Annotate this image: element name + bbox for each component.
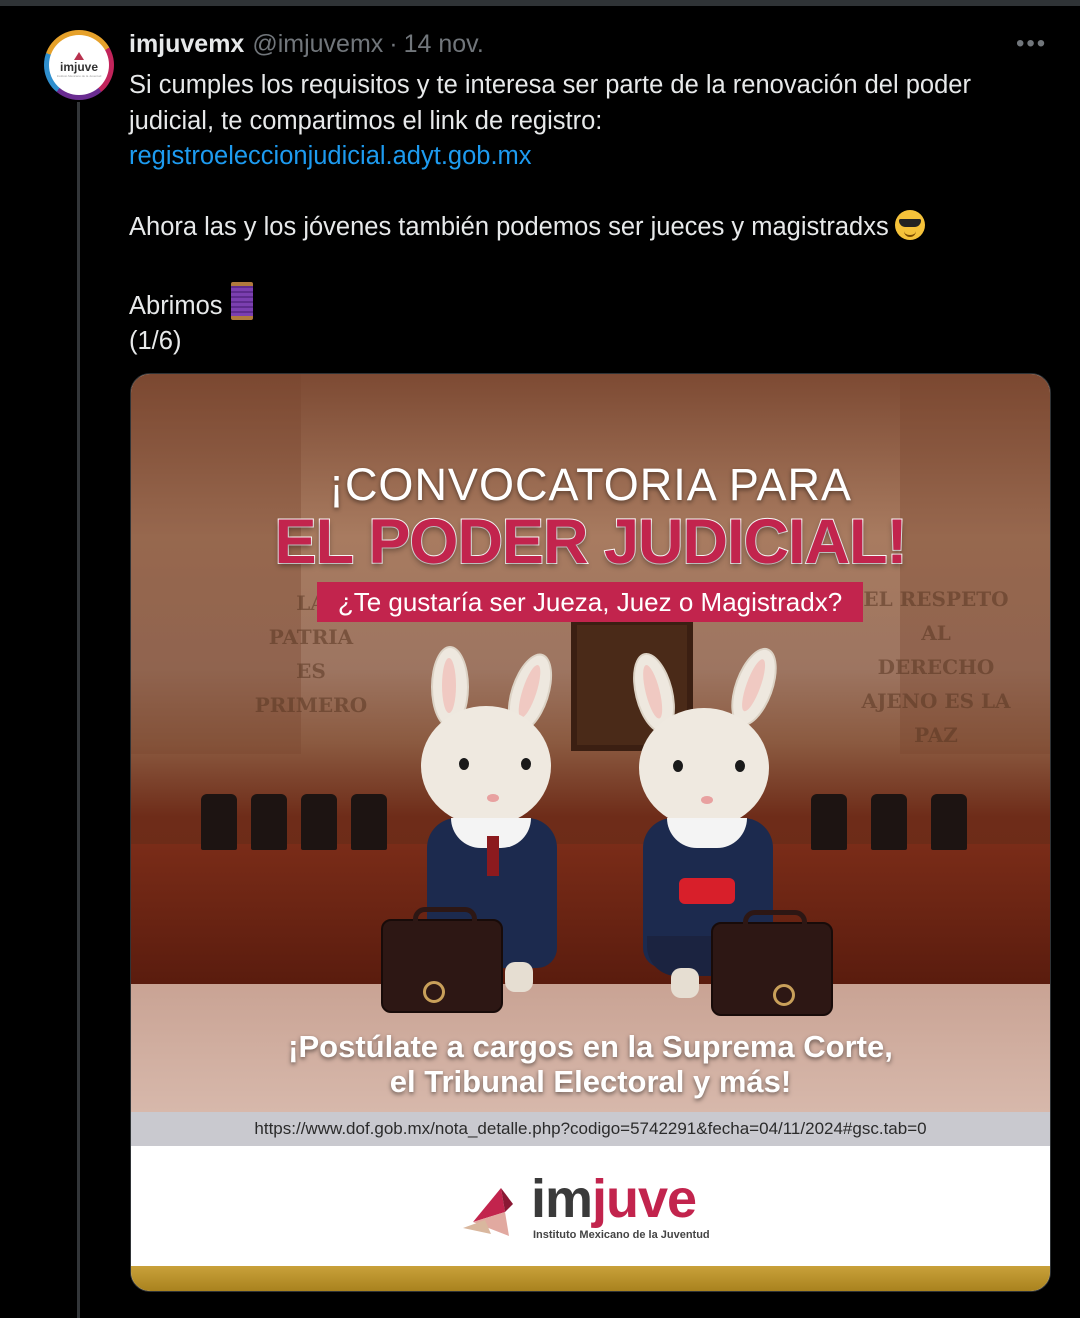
- author-name[interactable]: imjuvemx: [129, 30, 244, 59]
- sunglasses-emoji-icon: [894, 210, 925, 241]
- chair: [931, 794, 967, 850]
- poster-subtitle: ¿Te gustaría ser Jueza, Juez o Magistrad…: [317, 582, 863, 622]
- tweet-text-line3: Abrimos: [129, 281, 1049, 325]
- bunny-nose: [701, 796, 713, 804]
- bunny-eye: [521, 758, 531, 770]
- bunny-bow: [679, 878, 735, 904]
- chair: [301, 794, 337, 850]
- bunny-leg: [505, 962, 533, 992]
- header-separator: ·: [389, 30, 398, 58]
- bunny-head: [421, 706, 551, 826]
- thread-connector-line: [77, 102, 80, 1318]
- tweet-body: Si cumples los requisitos y te interesa …: [129, 68, 1049, 360]
- bunny-nose: [487, 794, 499, 802]
- tweet-header: imjuvemx @imjuvemx · 14 nov.: [129, 30, 484, 62]
- chair: [251, 794, 287, 850]
- tweet-text-abrimos: Abrimos: [129, 291, 223, 320]
- tweet-text-counter: (1/6): [129, 327, 182, 356]
- author-handle[interactable]: @imjuvemx: [252, 30, 383, 59]
- chair: [351, 794, 387, 850]
- more-options-icon[interactable]: •••: [1016, 30, 1047, 58]
- chair: [811, 794, 847, 850]
- thread-spool-emoji-icon: [230, 281, 253, 320]
- courtroom-scene: LA PATRIA ES PRIMERO EL RESPETO AL DEREC…: [131, 374, 1050, 1112]
- bird-icon: [74, 52, 84, 60]
- bunny-eye: [673, 760, 683, 772]
- poster-call-to-action: ¡Postúlate a cargos en la Suprema Corte,…: [131, 1029, 1050, 1099]
- avatar[interactable]: imjuve Instituto Mexicano de la Juventud: [44, 30, 114, 100]
- wall-inscription-right: EL RESPETO AL DERECHO AJENO ES LA PAZ: [861, 587, 1011, 747]
- tweet-text-line1: Si cumples los requisitos y te interesa …: [129, 68, 1049, 175]
- cta-line2: el Tribunal Electoral y más!: [389, 1064, 792, 1099]
- avatar-logo-subtext: Instituto Mexicano de la Juventud: [56, 74, 102, 78]
- poster-source-url: https://www.dof.gob.mx/nota_detalle.php?…: [131, 1112, 1050, 1146]
- briefcase-clasp: [423, 981, 445, 1003]
- wordmark-juve: juve: [592, 1169, 697, 1229]
- briefcase-left: [381, 907, 503, 1013]
- tweet-text-line2: Ahora las y los jóvenes también podemos …: [129, 210, 1049, 246]
- tweet-text-intro: Si cumples los requisitos y te interesa …: [129, 71, 971, 135]
- top-divider: [0, 0, 1080, 6]
- chair: [201, 794, 237, 850]
- poster-title-main: EL PODER JUDICIAL!: [274, 506, 909, 578]
- tweet-date[interactable]: 14 nov.: [404, 30, 484, 59]
- bunny-tie: [487, 836, 499, 876]
- imjuve-bird-logo-icon: [463, 1188, 513, 1236]
- bunny-head: [639, 708, 769, 828]
- poster-gold-footer: [131, 1266, 1050, 1291]
- court-bench: [131, 844, 1050, 984]
- wordmark-im: im: [531, 1169, 593, 1229]
- cta-line1: ¡Postúlate a cargos en la Suprema Corte,: [288, 1029, 893, 1064]
- bunny-eye: [735, 760, 745, 772]
- briefcase-clasp: [773, 984, 795, 1006]
- bunny-eye: [459, 758, 469, 770]
- imjuve-logo-subtitle: Instituto Mexicano de la Juventud: [533, 1229, 710, 1241]
- registration-link[interactable]: registroeleccionjudicial.adyt.gob.mx: [129, 142, 532, 170]
- chair: [871, 794, 907, 850]
- tweet-text-judges: Ahora las y los jóvenes también podemos …: [129, 213, 889, 242]
- tweet-media-image[interactable]: LA PATRIA ES PRIMERO EL RESPETO AL DEREC…: [130, 373, 1051, 1292]
- imjuve-wordmark: imjuve: [531, 1169, 697, 1229]
- poster-title-top: ¡CONVOCATORIA PARA: [328, 459, 853, 510]
- avatar-logo-text: imjuve: [59, 60, 98, 74]
- bunny-leg: [671, 968, 699, 998]
- briefcase-right: [711, 910, 833, 1016]
- avatar-logo: imjuve Instituto Mexicano de la Juventud: [49, 35, 109, 95]
